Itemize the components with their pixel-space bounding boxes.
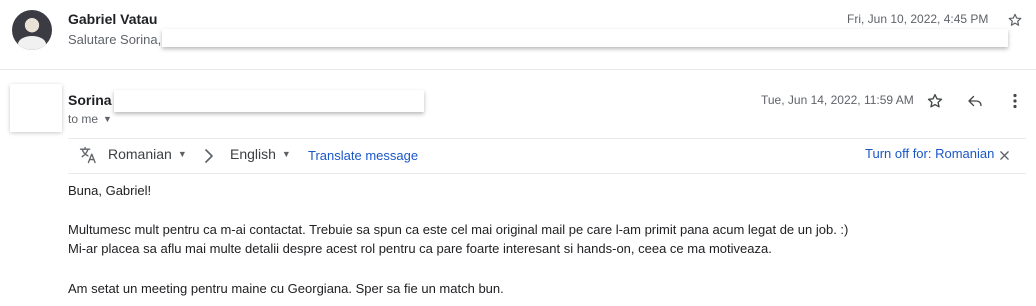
message-body-line: Multumesc mult pentru ca m-ai contactat.… (68, 222, 849, 237)
dropdown-caret-icon: ▼ (177, 149, 187, 159)
message-greeting: Buna, Gabriel! (68, 183, 152, 198)
target-language-label: English (230, 146, 276, 162)
close-icon[interactable] (998, 149, 1010, 161)
avatar[interactable] (10, 84, 62, 132)
message-body-line: Am setat un meeting pentru maine cu Geor… (68, 281, 504, 296)
divider (0, 69, 1036, 70)
translate-message-link[interactable]: Translate message (308, 148, 418, 163)
reply-icon[interactable] (964, 90, 986, 112)
sender-name[interactable]: Sorina (68, 92, 112, 108)
source-language-select[interactable]: Romanian ▼ (108, 146, 187, 162)
chevron-right-icon (202, 147, 216, 165)
dropdown-caret-icon: ▼ (103, 114, 112, 124)
star-icon[interactable] (924, 90, 946, 112)
target-language-select[interactable]: English ▼ (230, 146, 291, 162)
star-icon[interactable] (1004, 10, 1026, 30)
message-date: Tue, Jun 14, 2022, 11:59 AM (761, 93, 914, 107)
recipient-label: to me (68, 112, 99, 126)
message-snippet[interactable]: Salutare Sorina, (68, 32, 161, 47)
turn-off-translation-link[interactable]: Turn off for: Romanian (865, 146, 994, 161)
dropdown-caret-icon: ▼ (281, 149, 291, 159)
translate-icon (78, 145, 98, 165)
message-date: Fri, Jun 10, 2022, 4:45 PM (847, 12, 989, 26)
redaction-bar (114, 90, 424, 112)
more-vert-icon[interactable] (1006, 90, 1024, 112)
sender-name[interactable]: Gabriel Vatau (68, 11, 157, 27)
source-language-label: Romanian (108, 146, 172, 162)
message-body-line: Mi-ar placea sa aflu mai multe detalii d… (68, 241, 772, 256)
recipient-details[interactable]: to me ▼ (68, 112, 112, 126)
redaction-bar (162, 29, 1008, 47)
avatar[interactable] (12, 10, 52, 50)
